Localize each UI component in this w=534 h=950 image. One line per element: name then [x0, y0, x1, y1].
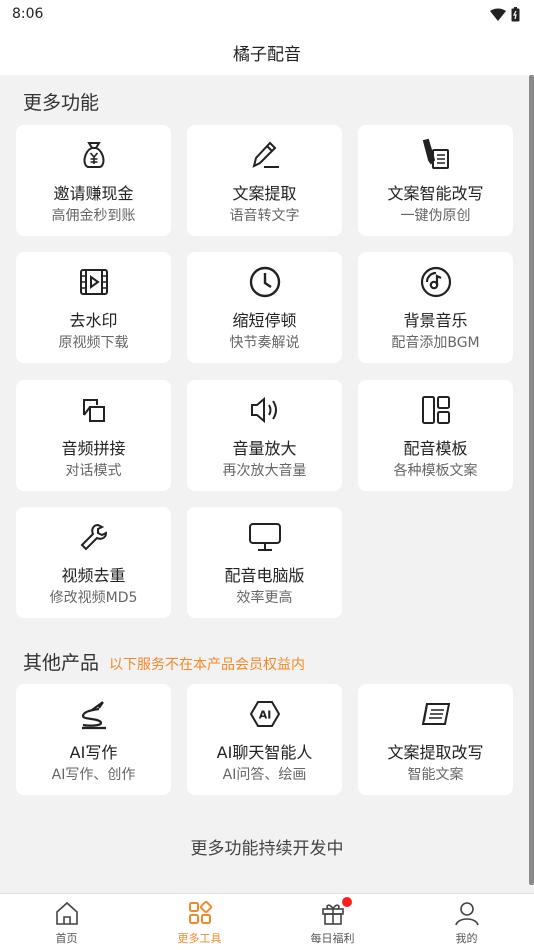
footer-note: 更多功能持续开发中	[190, 839, 344, 859]
card-desc: 高佣金秒到账	[51, 208, 136, 224]
card-desc: AI问答、绘画	[222, 767, 307, 783]
card-video-dedup[interactable]: 视频去重 修改视频MD5	[16, 507, 171, 618]
card-name: 视频去重	[61, 566, 126, 585]
section-title-other-text: 其他产品	[23, 652, 100, 674]
status-bar: 8:06	[0, 0, 534, 30]
section-subtitle-other: 以下服务不在本产品会员权益内	[109, 657, 306, 673]
card-desc: 效率更高	[236, 590, 293, 606]
card-name: 音频拼接	[61, 439, 126, 458]
pen-note-icon	[422, 138, 449, 169]
scroll-icon	[421, 703, 450, 725]
pen-icon	[252, 141, 279, 168]
card-desc: 一键伪原创	[400, 208, 471, 224]
card-name: 配音模板	[403, 439, 468, 458]
wifi-icon	[490, 8, 506, 21]
title-bar: 橘子配音	[0, 30, 534, 75]
card-name: 文案提取改写	[387, 743, 484, 762]
card-shorten-pause[interactable]: 缩短停顿 快节奏解说	[187, 252, 342, 363]
clock-icon	[249, 266, 280, 298]
card-text-extract[interactable]: 文案提取 语音转文字	[187, 125, 342, 236]
tab-more-tools[interactable]: 更多工具	[133, 894, 266, 950]
card-name: AI聊天智能人	[216, 743, 313, 762]
card-name: 文案智能改写	[387, 184, 484, 203]
card-name: 缩短停顿	[232, 311, 297, 330]
tab-label: 首页	[55, 932, 78, 945]
card-desc: 对话模式	[65, 463, 122, 479]
card-name: 文案提取	[232, 184, 297, 203]
home-icon	[55, 901, 78, 925]
card-name: 配音电脑版	[224, 566, 305, 585]
card-desc: 快节奏解说	[229, 335, 300, 351]
tab-mine[interactable]: 我的	[400, 894, 533, 950]
card-desc: 配音添加BGM	[391, 335, 480, 351]
card-audio-merge[interactable]: 音频拼接 对话模式	[16, 380, 171, 491]
card-bgm[interactable]: 背景音乐 配音添加BGM	[358, 252, 513, 363]
tab-bar: 首页 更多工具 每日福利 我的	[0, 893, 534, 950]
tab-label: 我的	[455, 932, 478, 945]
card-desc: 各种模板文案	[393, 463, 478, 479]
section-title-more: 更多功能	[23, 92, 100, 114]
card-name: AI写作	[69, 743, 118, 762]
card-name: 音量放大	[232, 439, 297, 458]
card-desc: 修改视频MD5	[49, 590, 138, 606]
tab-label: 更多工具	[177, 932, 222, 945]
video-frame-icon	[79, 269, 108, 295]
card-name: 邀请赚现金	[53, 184, 134, 203]
merge-icon	[82, 399, 105, 422]
money-bag-icon	[83, 142, 104, 168]
card-watermark[interactable]: 去水印 原视频下载	[16, 252, 171, 363]
card-volume-up[interactable]: 音量放大 再次放大音量	[187, 380, 342, 491]
ai-write-icon	[81, 701, 106, 730]
card-text-rewrite[interactable]: 文案提取改写 智能文案	[358, 684, 513, 795]
card-desc: 原视频下载	[58, 335, 129, 351]
card-desc: 再次放大音量	[222, 463, 307, 479]
svg-text:AI: AI	[258, 709, 271, 722]
card-desc: AI写作、创作	[51, 767, 136, 783]
card-ai-chat[interactable]: AI AI聊天智能人 AI问答、绘画	[187, 684, 342, 795]
user-icon	[454, 902, 479, 926]
card-name: 去水印	[69, 311, 118, 330]
card-ai-write[interactable]: AI写作 AI写作、创作	[16, 684, 171, 795]
status-time: 8:06	[12, 6, 44, 22]
scrollbar[interactable]	[529, 75, 534, 885]
card-templates[interactable]: 配音模板 各种模板文案	[358, 380, 513, 491]
tab-home[interactable]: 首页	[0, 894, 133, 950]
card-desc: 语音转文字	[229, 208, 300, 224]
ai-badge-icon: AI	[249, 701, 280, 727]
apps-icon	[188, 900, 212, 924]
card-smart-rewrite[interactable]: 文案智能改写 一键伪原创	[358, 125, 513, 236]
page-title: 橘子配音	[233, 45, 301, 65]
card-invite[interactable]: 邀请赚现金 高佣金秒到账	[16, 125, 171, 236]
section-title-other: 其他产品 以下服务不在本产品会员权益内	[23, 648, 305, 675]
monitor-icon	[248, 523, 281, 551]
speaker-icon	[250, 396, 277, 424]
notification-badge	[342, 897, 352, 907]
layout-icon	[421, 396, 450, 424]
tab-label: 每日福利	[310, 932, 355, 945]
music-disc-icon	[420, 266, 451, 298]
card-pc-version[interactable]: 配音电脑版 效率更高	[187, 507, 342, 618]
tab-daily-bonus[interactable]: 每日福利	[266, 894, 399, 950]
battery-icon	[511, 7, 520, 22]
card-name: 背景音乐	[403, 311, 468, 330]
wrench-icon	[80, 523, 107, 551]
card-desc: 智能文案	[407, 767, 464, 783]
